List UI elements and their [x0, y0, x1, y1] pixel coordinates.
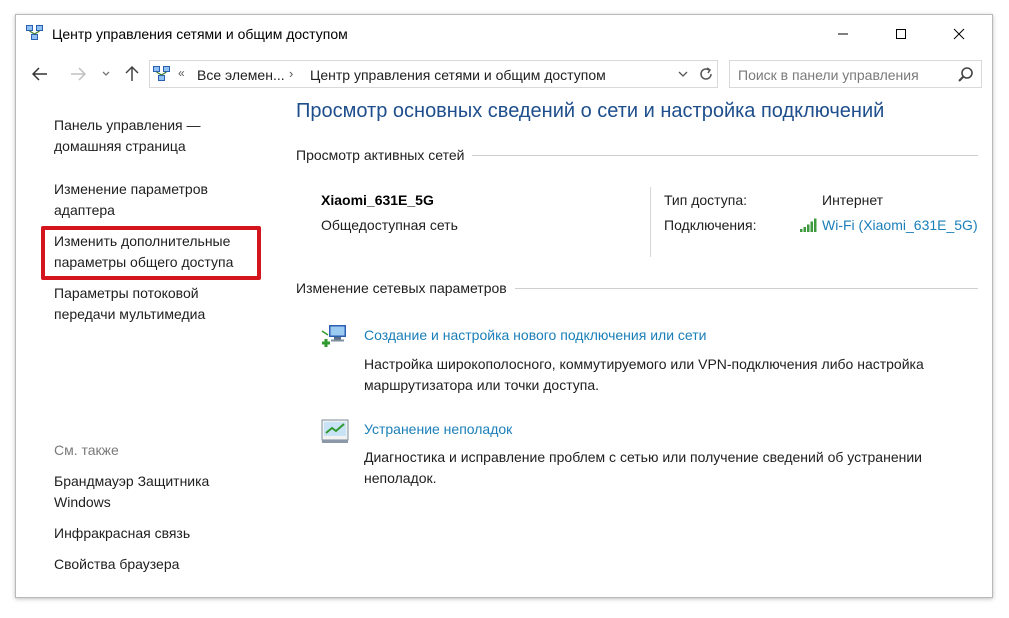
section-header-label: Просмотр активных сетей [296, 147, 465, 163]
section-divider [472, 154, 978, 156]
minimize-icon [838, 33, 848, 35]
task-link-troubleshoot[interactable]: Устранение неполадок [364, 421, 512, 437]
wifi-connection-link[interactable]: Wi-Fi (Xiaomi_631E_5G) [822, 217, 978, 233]
double-chevron-left-icon[interactable]: « [178, 66, 185, 80]
breadcrumb-all-items[interactable]: Все элемен... [197, 67, 285, 83]
search-box[interactable] [729, 60, 982, 88]
sidebar-link-infrared[interactable]: Инфракрасная связь [54, 523, 254, 544]
task-description: Настройка широкополосного, коммутируемог… [364, 356, 924, 393]
network-sharing-center-window: Центр управления сетями и общим доступом [15, 14, 993, 598]
recent-locations-button[interactable] [98, 62, 114, 86]
network-center-icon [26, 25, 43, 40]
search-icon[interactable] [957, 66, 975, 84]
page-title: Просмотр основных сведений о сети и наст… [296, 100, 885, 122]
address-dropdown-button[interactable] [675, 64, 691, 84]
section-active-networks: Просмотр активных сетей [296, 147, 978, 163]
vertical-divider [650, 187, 651, 257]
close-button[interactable] [936, 15, 982, 53]
network-name: Xiaomi_631E_5G [321, 192, 434, 208]
section-header-label: Изменение сетевых параметров [296, 280, 507, 296]
task-description: Диагностика и исправление проблем с сеть… [364, 449, 922, 486]
breadcrumb-network-center[interactable]: Центр управления сетями и общим доступом [310, 67, 606, 83]
sidebar-link-media-streaming[interactable]: Параметры потоковой передачи мультимедиа [54, 283, 254, 325]
main-content: Просмотр основных сведений о сети и наст… [296, 95, 986, 595]
arrow-up-icon [125, 66, 139, 81]
chevron-down-icon [678, 71, 688, 77]
access-type-value: Интернет [822, 192, 884, 208]
section-divider [514, 287, 978, 289]
close-icon [953, 28, 965, 40]
sidebar-link-control-panel-home[interactable]: Панель управления — домашняя страница [54, 115, 254, 157]
troubleshoot-icon [321, 419, 349, 443]
minimize-button[interactable] [820, 15, 866, 53]
title-bar[interactable]: Центр управления сетями и общим доступом [16, 15, 992, 53]
arrow-left-icon [32, 67, 47, 81]
address-bar[interactable]: « Все элемен... › Центр управления сетям… [149, 60, 718, 88]
see-also-label: См. также [54, 442, 119, 458]
connections-label: Подключения: [664, 217, 757, 233]
task-link-new-connection[interactable]: Создание и настройка нового подключения … [364, 327, 706, 343]
sidebar-link-firewall[interactable]: Брандмауэр Защитника Windows [54, 471, 254, 513]
maximize-icon [896, 29, 906, 39]
up-button[interactable] [120, 62, 144, 86]
sidebar: Панель управления — домашняя страница Из… [16, 95, 276, 595]
sidebar-link-advanced-sharing-settings[interactable]: Изменить дополнительные параметры общего… [54, 231, 254, 273]
chevron-right-icon[interactable]: › [289, 66, 293, 81]
maximize-button[interactable] [878, 15, 924, 53]
network-center-icon [153, 66, 170, 81]
network-category: Общедоступная сеть [321, 217, 458, 233]
arrow-right-icon [71, 67, 86, 81]
sidebar-link-browser-properties[interactable]: Свойства браузера [54, 554, 254, 575]
new-connection-icon [321, 325, 346, 347]
sidebar-link-change-adapter-settings[interactable]: Изменение параметров адаптера [54, 179, 254, 221]
refresh-icon [700, 67, 712, 80]
chevron-down-icon [102, 71, 110, 76]
forward-button[interactable] [66, 62, 90, 86]
back-button[interactable] [28, 62, 52, 86]
section-change-network-settings: Изменение сетевых параметров [296, 280, 978, 296]
refresh-button[interactable] [697, 64, 715, 84]
wifi-signal-icon [800, 218, 817, 232]
search-input[interactable] [738, 65, 948, 84]
navigation-bar: « Все элемен... › Центр управления сетям… [16, 59, 992, 89]
window-title: Центр управления сетями и общим доступом [52, 26, 348, 42]
access-type-label: Тип доступа: [664, 192, 748, 208]
